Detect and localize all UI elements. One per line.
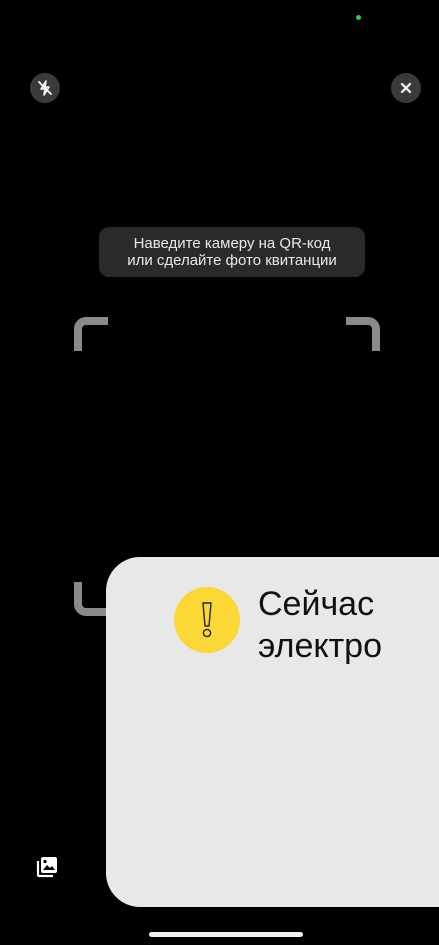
home-indicator[interactable] <box>149 932 303 937</box>
gallery-button[interactable] <box>34 854 60 880</box>
scan-hint: Наведите камеру на QR-код или сделайте ф… <box>99 227 365 277</box>
gallery-icon <box>36 857 57 878</box>
alert-sheet: Сейчас электро <box>106 557 439 907</box>
warning-badge <box>174 587 240 653</box>
flash-off-icon <box>38 80 52 96</box>
close-icon <box>400 82 412 94</box>
scan-frame-corner-bottom-left <box>74 582 108 616</box>
scan-hint-line-2: или сделайте фото квитанции <box>127 252 337 269</box>
scan-frame-corner-top-left <box>74 317 108 351</box>
warning-icon <box>202 602 212 638</box>
alert-message-line-1: Сейчас <box>258 585 375 623</box>
scan-frame-corner-top-right <box>346 317 380 351</box>
qr-scanner-screen: Наведите камеру на QR-код или сделайте ф… <box>0 0 439 945</box>
alert-message-line-2: электро <box>258 627 382 665</box>
camera-in-use-indicator <box>356 15 361 20</box>
scan-hint-line-1: Наведите камеру на QR-код <box>133 235 331 252</box>
close-button[interactable] <box>391 73 421 103</box>
flash-toggle-button[interactable] <box>30 73 60 103</box>
alert-message: Сейчас электро <box>258 583 439 667</box>
